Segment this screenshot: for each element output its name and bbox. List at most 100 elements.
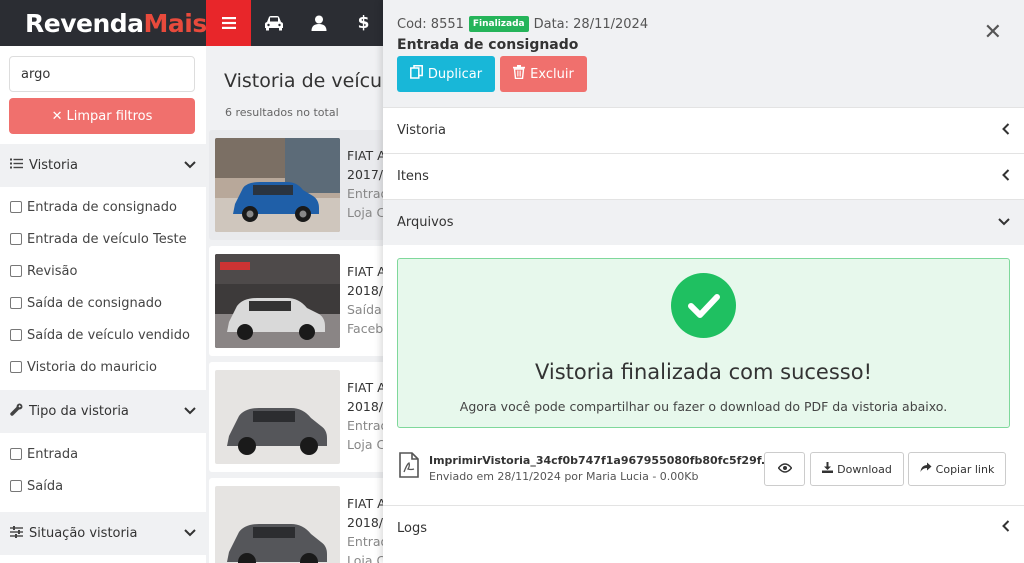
filter-section-vistoria[interactable]: Vistoria xyxy=(0,144,206,187)
filter-checkbox[interactable]: Revisão xyxy=(0,255,206,287)
duplicate-label: Duplicar xyxy=(427,66,483,82)
filter-checkbox[interactable]: Entrada de consignado xyxy=(0,191,206,223)
checkbox-icon[interactable] xyxy=(10,448,22,460)
accordion-logs[interactable]: Logs xyxy=(383,505,1024,550)
checkbox-icon[interactable] xyxy=(10,297,22,309)
chevron-left-icon xyxy=(1002,520,1010,536)
vehicle-model: FIAT A xyxy=(347,496,383,511)
success-subtitle: Agora você pode compartilhar ou fazer o … xyxy=(459,399,948,414)
eye-icon xyxy=(777,462,792,476)
checkbox-label: Vistoria do mauricio xyxy=(27,359,157,375)
view-file-button[interactable] xyxy=(764,452,805,486)
filter-checkbox[interactable]: Saída de consignado xyxy=(0,287,206,319)
accordion-label: Vistoria xyxy=(397,123,446,138)
vehicle-info: FIAT A 2018/2 Entrad Loja C xyxy=(347,494,383,563)
checkbox-icon[interactable] xyxy=(10,329,22,341)
vehicle-info: FIAT A 2018/2 Saída Faceb xyxy=(347,262,383,338)
filter-checkbox[interactable]: Vistoria do mauricio xyxy=(0,351,206,383)
vehicle-photo xyxy=(215,486,340,563)
filter-section-tipo[interactable]: Tipo da vistoria xyxy=(0,390,206,433)
checkbox-label: Saída xyxy=(27,478,64,494)
duplicate-button[interactable]: Duplicar xyxy=(397,56,495,92)
list-item[interactable]: FIAT A 2017/2 Entrad Loja C xyxy=(209,130,383,240)
file-name: ImprimirVistoria_34cf0b747f1a967955080fb… xyxy=(429,454,786,467)
vehicle-type: Entrad xyxy=(347,418,383,433)
accordion-itens[interactable]: Itens xyxy=(383,153,1024,199)
success-title: Vistoria finalizada com sucesso! xyxy=(534,360,872,384)
checkbox-icon[interactable] xyxy=(10,233,22,245)
filter-checkbox[interactable]: Saída xyxy=(0,470,206,502)
download-button[interactable]: Download xyxy=(810,452,904,486)
filter-checkbox[interactable]: Saída de veículo vendido xyxy=(0,319,206,351)
vehicle-store: Faceb xyxy=(347,321,383,336)
wrench-icon xyxy=(10,403,23,420)
section-title: Vistoria xyxy=(29,158,78,173)
list-item[interactable]: FIAT A 2018/2 Entrad Loja C xyxy=(209,478,383,563)
vehicle-store: Loja C xyxy=(347,205,383,220)
vehicle-model: FIAT A xyxy=(347,380,383,395)
copy-link-label: Copiar link xyxy=(935,462,995,476)
checkbox-icon[interactable] xyxy=(10,201,22,213)
vehicle-photo xyxy=(215,254,340,348)
vehicle-year: 2018/2 xyxy=(347,399,383,414)
search-input[interactable]: argo xyxy=(9,56,195,92)
share-icon xyxy=(920,462,932,476)
inspection-code: Cod: 8551 xyxy=(397,16,464,32)
vehicle-list: Vistoria de veículo 6 resultados no tota… xyxy=(206,46,383,563)
copy-icon xyxy=(409,65,423,83)
vehicle-store: Loja C xyxy=(347,553,383,563)
chevron-down-icon xyxy=(184,158,196,173)
delete-button[interactable]: Excluir xyxy=(500,56,587,92)
checkbox-icon[interactable] xyxy=(10,480,22,492)
filter-checkbox[interactable]: Entrada de veículo Teste xyxy=(0,223,206,255)
chevron-down-icon xyxy=(184,404,196,419)
user-icon[interactable] xyxy=(296,0,341,46)
chevron-down-icon xyxy=(184,526,196,541)
filter-sidebar: argo ✕ Limpar filtros Vistoria Entrada de… xyxy=(0,46,206,563)
brand-logo[interactable]: Revenda Mais xyxy=(0,0,208,46)
vehicle-type: Saída xyxy=(347,302,382,317)
dollar-glyph: $ xyxy=(357,13,370,33)
brand-name-part1: Revenda xyxy=(25,8,144,38)
inspection-type: Entrada de consignado xyxy=(397,37,579,53)
filter-checkbox[interactable]: Entrada xyxy=(0,438,206,470)
delete-label: Excluir xyxy=(530,66,574,82)
accordion-arquivos[interactable]: Arquivos xyxy=(383,199,1024,245)
list-item[interactable]: FIAT A 2018/2 Saída Faceb xyxy=(209,246,383,356)
vehicle-type: Entrad xyxy=(347,186,383,201)
top-navigation: $ xyxy=(206,0,386,46)
file-meta: Enviado em 28/11/2024 por Maria Lucia - … xyxy=(429,470,699,483)
checkbox-label: Saída de consignado xyxy=(27,295,162,311)
menu-icon[interactable] xyxy=(206,0,251,46)
copy-link-button[interactable]: Copiar link xyxy=(908,452,1006,486)
chevron-left-icon xyxy=(1002,168,1010,185)
close-icon[interactable]: ✕ xyxy=(984,22,1002,44)
list-item[interactable]: FIAT A 2018/2 Entrad Loja C xyxy=(209,362,383,472)
results-count: 6 resultados no total xyxy=(225,106,339,119)
page-title: Vistoria de veículo xyxy=(224,70,383,92)
checkbox-label: Entrada xyxy=(27,446,79,462)
vehicle-year: 2017/2 xyxy=(347,167,383,182)
accordion-vistoria[interactable]: Vistoria xyxy=(383,107,1024,153)
vehicle-photo xyxy=(215,370,340,464)
vehicle-model: FIAT A xyxy=(347,148,383,163)
brand-name-part2: Mais xyxy=(143,8,208,38)
checkbox-icon[interactable] xyxy=(10,361,22,373)
inspection-date: Data: 28/11/2024 xyxy=(533,16,649,32)
checkbox-label: Entrada de consignado xyxy=(27,199,177,215)
filter-section-situacao[interactable]: Situação vistoria xyxy=(0,512,206,555)
car-icon[interactable] xyxy=(251,0,296,46)
checkbox-label: Entrada de veículo Teste xyxy=(27,231,187,247)
pdf-file-icon xyxy=(399,452,419,482)
vehicle-year: 2018/2 xyxy=(347,515,383,530)
dollar-icon[interactable]: $ xyxy=(341,0,386,46)
clear-filters-button[interactable]: ✕ Limpar filtros xyxy=(9,98,195,134)
success-message-box: Vistoria finalizada com sucesso! Agora v… xyxy=(397,258,1010,428)
vehicle-model: FIAT A xyxy=(347,264,383,279)
checkbox-icon[interactable] xyxy=(10,265,22,277)
download-label: Download xyxy=(837,462,892,476)
accordion-label: Logs xyxy=(397,520,427,536)
section-title: Tipo da vistoria xyxy=(29,404,129,419)
download-icon xyxy=(822,462,834,476)
check-circle-icon xyxy=(671,273,736,338)
